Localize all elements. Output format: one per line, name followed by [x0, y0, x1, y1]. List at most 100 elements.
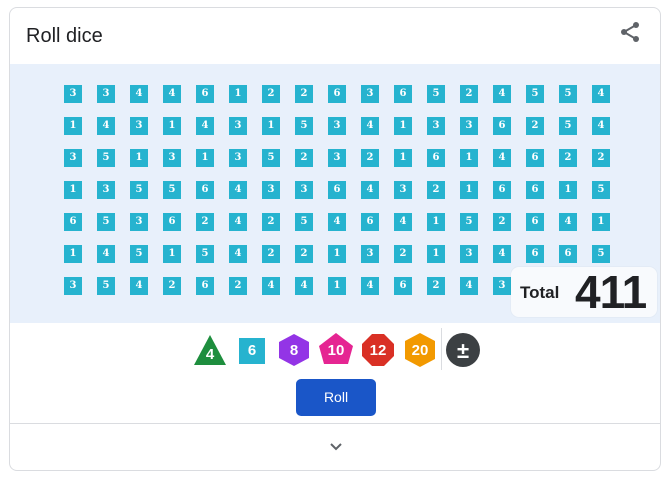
die-value: 1 [394, 149, 412, 167]
die-value: 3 [64, 85, 82, 103]
die-value: 4 [361, 277, 379, 295]
modifier-button[interactable]: ± [445, 332, 481, 368]
die-value: 6 [493, 117, 511, 135]
die-value: 5 [163, 181, 181, 199]
die-value: 3 [229, 117, 247, 135]
card-title: Roll dice [26, 25, 103, 47]
die-value: 2 [592, 149, 610, 167]
die-value: 5 [592, 245, 610, 263]
die-value: 1 [64, 117, 82, 135]
d10-label: 10 [327, 342, 345, 359]
share-icon[interactable] [618, 20, 642, 44]
die-value: 3 [328, 149, 346, 167]
die-value: 3 [295, 181, 313, 199]
die-value: 4 [592, 85, 610, 103]
chevron-down-icon[interactable] [328, 438, 344, 454]
die-value: 2 [295, 85, 313, 103]
die-value: 1 [460, 149, 478, 167]
die-value: 1 [559, 181, 577, 199]
die-value: 1 [328, 277, 346, 295]
die-value: 1 [262, 117, 280, 135]
die-value: 1 [427, 245, 445, 263]
die-value: 2 [262, 85, 280, 103]
total-value: 411 [575, 266, 647, 318]
die-value: 6 [196, 181, 214, 199]
die-value: 4 [295, 277, 313, 295]
die-value: 1 [64, 245, 82, 263]
footer-divider [10, 423, 660, 424]
die-value: 3 [97, 181, 115, 199]
die-value: 5 [97, 149, 115, 167]
die-value: 5 [559, 85, 577, 103]
die-value: 5 [130, 245, 148, 263]
d12-button[interactable]: 12 [360, 332, 396, 368]
die-value: 4 [262, 277, 280, 295]
die-value: 6 [526, 149, 544, 167]
die-value: 6 [328, 181, 346, 199]
die-value: 1 [229, 85, 247, 103]
die-value: 4 [493, 149, 511, 167]
die-value: 2 [295, 149, 313, 167]
roll-button[interactable]: Roll [296, 379, 376, 416]
d4-label: 4 [205, 346, 215, 363]
die-value: 1 [427, 213, 445, 231]
total-label: Total [520, 283, 560, 302]
die-value: 2 [163, 277, 181, 295]
d4-button[interactable]: 4 [192, 332, 228, 368]
die-value: 2 [229, 277, 247, 295]
die-value: 5 [97, 277, 115, 295]
die-value: 3 [163, 149, 181, 167]
die-value: 5 [592, 181, 610, 199]
die-value: 5 [130, 181, 148, 199]
die-value: 2 [526, 117, 544, 135]
die-value: 6 [526, 181, 544, 199]
die-value: 2 [196, 213, 214, 231]
die-value: 2 [394, 245, 412, 263]
die-value: 5 [559, 117, 577, 135]
die-value: 1 [130, 149, 148, 167]
d6-button[interactable]: 6 [234, 332, 270, 368]
die-value: 3 [130, 117, 148, 135]
die-value: 6 [361, 213, 379, 231]
die-value: 4 [229, 213, 247, 231]
die-value: 4 [328, 213, 346, 231]
die-value: 5 [460, 213, 478, 231]
die-value: 1 [64, 181, 82, 199]
die-value: 6 [196, 277, 214, 295]
die-value: 3 [328, 117, 346, 135]
die-value: 2 [427, 277, 445, 295]
die-value: 5 [526, 85, 544, 103]
d20-button[interactable]: 20 [402, 332, 438, 368]
die-value: 1 [328, 245, 346, 263]
selector-divider [441, 328, 442, 370]
die-value: 4 [592, 117, 610, 135]
die-value: 2 [295, 245, 313, 263]
die-value: 6 [163, 213, 181, 231]
die-value: 3 [130, 213, 148, 231]
die-value: 2 [559, 149, 577, 167]
die-value: 4 [361, 181, 379, 199]
die-value: 4 [196, 117, 214, 135]
die-value: 6 [493, 181, 511, 199]
die-value: 4 [460, 277, 478, 295]
die-value: 3 [97, 85, 115, 103]
die-value: 5 [427, 85, 445, 103]
die-value: 3 [361, 85, 379, 103]
die-value: 4 [130, 277, 148, 295]
die-value: 6 [328, 85, 346, 103]
d10-button[interactable]: 10 [318, 332, 354, 368]
die-value: 2 [460, 85, 478, 103]
d8-button[interactable]: 8 [276, 332, 312, 368]
die-value: 6 [196, 85, 214, 103]
die-value: 1 [394, 117, 412, 135]
die-value: 4 [394, 213, 412, 231]
die-value: 4 [97, 117, 115, 135]
die-value: 5 [295, 117, 313, 135]
die-value: 6 [526, 213, 544, 231]
d20-label: 20 [411, 342, 429, 359]
die-value: 1 [592, 213, 610, 231]
card-header: Roll dice [10, 8, 660, 64]
die-value: 6 [427, 149, 445, 167]
die-value: 4 [163, 85, 181, 103]
d6-label: 6 [247, 342, 257, 359]
